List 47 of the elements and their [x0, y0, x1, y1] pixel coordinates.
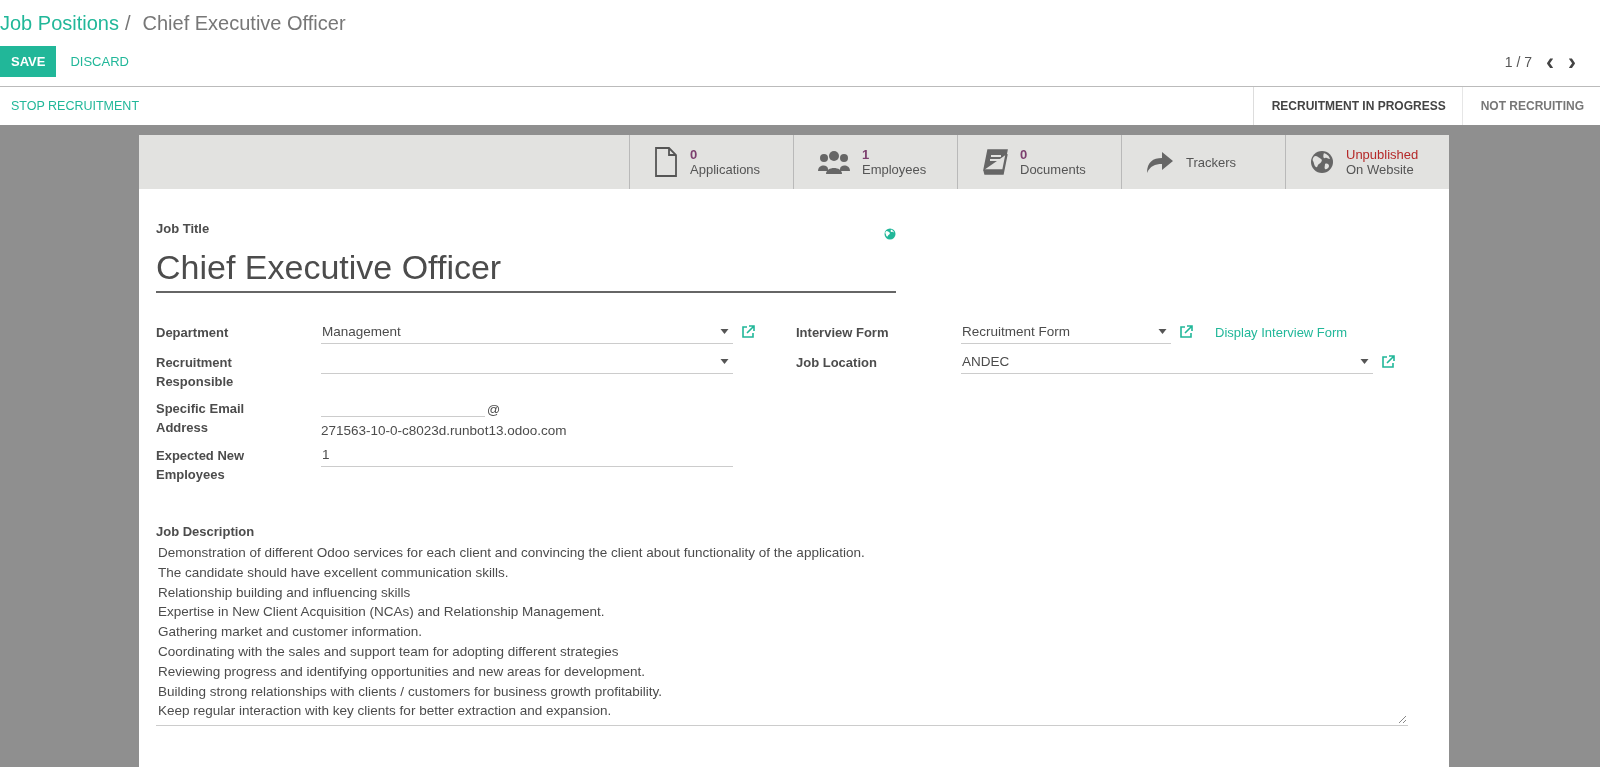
description-line: Keep regular interaction with key clients for better extraction and expansion.: [158, 702, 612, 721]
smart-button[interactable]: Trackers: [1121, 135, 1285, 189]
external-link-icon[interactable]: [741, 325, 755, 339]
description-line: Gathering market and customer information.: [158, 623, 423, 642]
dropdown-caret-icon: [720, 329, 729, 334]
previous-button[interactable]: ‹: [1546, 49, 1554, 74]
external-link-icon[interactable]: [1179, 325, 1193, 339]
dropdown-caret-icon: [720, 359, 729, 364]
smart-button[interactable]: 0 Applications: [629, 135, 793, 189]
field-label: Specific Email Address: [156, 400, 246, 437]
field-label: Expected New Employees: [156, 447, 246, 484]
field-label: Job Title: [156, 221, 210, 236]
smart-button[interactable]: Unpublished On Website: [1285, 135, 1449, 189]
description-line: Reviewing progress and identifying opportunities and new areas for development.: [158, 662, 646, 681]
smart-button[interactable]: 1 Employees: [793, 135, 957, 189]
document-icon: [654, 147, 678, 177]
globe-icon: [1310, 150, 1334, 174]
globe-icon[interactable]: [884, 228, 896, 240]
field-label: Job Location: [796, 354, 878, 372]
at-sign: @: [487, 402, 501, 417]
book-icon: [982, 149, 1008, 175]
dropdown-caret-icon: [1158, 329, 1167, 334]
share-arrow-icon: [1146, 150, 1174, 174]
smart-button[interactable]: 0 Documents: [957, 135, 1121, 189]
field-label: Job Description: [156, 524, 255, 539]
pager-counter: 1 / 7: [1504, 53, 1532, 70]
dropdown-field[interactable]: Management: [321, 320, 733, 344]
dropdown-field[interactable]: ANDEC: [961, 350, 1373, 374]
description-line: Coordinating with the sales and support team for adopting different strategies: [158, 643, 619, 661]
description-line: Expertise in New Client Acquisition (NCAs) and Relationship Management.: [158, 603, 605, 622]
next-button[interactable]: ›: [1568, 49, 1576, 74]
dropdown-field[interactable]: Recruitment Form: [961, 320, 1171, 344]
breadcrumb-current: Chief Executive Officer: [142, 12, 346, 35]
resize-handle-icon[interactable]: [1398, 715, 1406, 724]
description-line: Relationship building and influencing skills: [158, 583, 411, 602]
field-label: Recruitment Responsible: [156, 354, 235, 391]
status-stage[interactable]: RECRUITMENT IN PROGRESS: [1253, 87, 1462, 125]
breadcrumb-separator: /: [124, 12, 131, 35]
description-line: Building strong relationships with clients / customers for business growth profitability.: [158, 682, 662, 701]
external-link-icon[interactable]: [1381, 355, 1395, 369]
field-label: Interview Form: [796, 324, 890, 342]
email-domain: 271563-10-0-c8023d.runbot13.odoo.com: [321, 423, 567, 438]
description-line: The candidate should have excellent communication skills.: [158, 563, 509, 582]
dropdown-caret-icon: [1360, 359, 1369, 364]
field-label: Department: [156, 324, 230, 342]
description-line: Demonstration of different Odoo services for each client and convincing the client about functionality of the application.: [158, 544, 865, 562]
users-icon: [818, 150, 850, 174]
